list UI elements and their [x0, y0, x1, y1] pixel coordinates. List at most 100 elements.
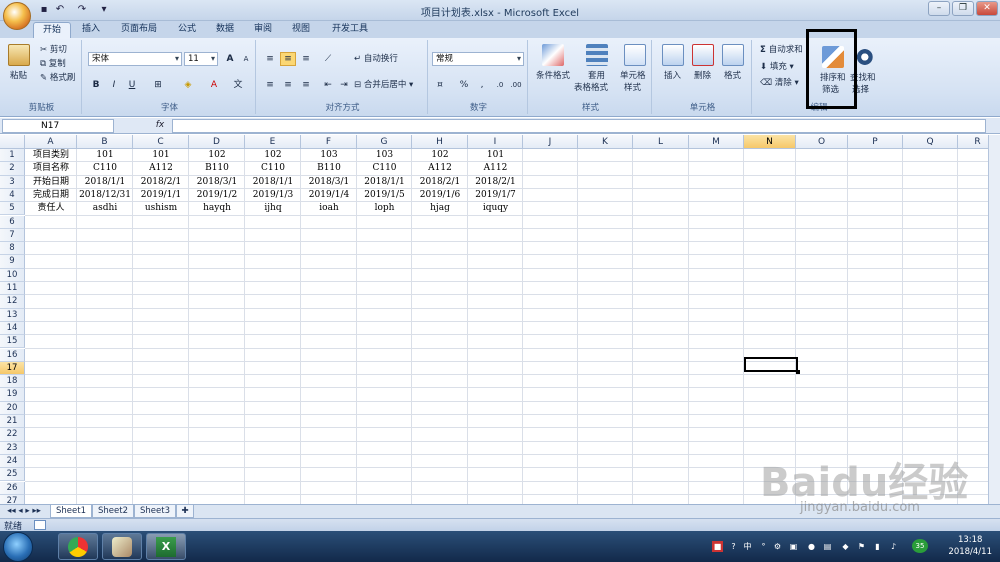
shrink-font-button[interactable]: A: [238, 52, 254, 66]
table-cell[interactable]: C110: [77, 162, 133, 175]
column-header[interactable]: M: [689, 135, 744, 149]
row-header[interactable]: 10: [0, 268, 25, 282]
decrease-decimal-icon[interactable]: .00: [508, 78, 524, 92]
comma-button[interactable]: ,: [474, 78, 490, 92]
tab-formulas[interactable]: 公式: [170, 22, 204, 38]
row-header[interactable]: 3: [0, 175, 25, 189]
row-header[interactable]: 26: [0, 481, 25, 495]
cut-button[interactable]: ✂ 剪切: [40, 44, 67, 56]
worksheet-grid[interactable]: ABCDEFGHIJKLMNOPQR 1 2 3 4 5 6 7 8 9 10 11 12 13 14 15…: [0, 135, 988, 504]
sheet-tab-1[interactable]: Sheet1: [50, 505, 92, 518]
row-header[interactable]: 11: [0, 282, 25, 296]
cell-styles-icon[interactable]: [624, 44, 646, 66]
tray-flag-icon[interactable]: ⚑: [856, 541, 867, 552]
select-all-corner[interactable]: [0, 135, 25, 149]
column-header[interactable]: L: [633, 135, 689, 149]
help-icon[interactable]: ?: [728, 541, 739, 552]
row-header[interactable]: 17: [0, 361, 25, 376]
row-header[interactable]: 7: [0, 228, 25, 243]
formula-input[interactable]: [172, 119, 986, 133]
table-cell[interactable]: 2019/1/6: [412, 189, 468, 202]
italic-button[interactable]: I: [106, 78, 122, 92]
table-cell[interactable]: 103: [301, 149, 357, 162]
font-color-icon[interactable]: A: [206, 78, 222, 92]
table-cell[interactable]: 2018/2/1: [412, 176, 468, 189]
paste-button[interactable]: 粘贴: [10, 70, 27, 82]
underline-button[interactable]: U: [124, 78, 140, 92]
table-cell[interactable]: 2018/12/31: [77, 189, 133, 202]
orientation-icon[interactable]: ⟋: [320, 52, 336, 66]
table-format-icon[interactable]: [586, 44, 608, 66]
tab-view[interactable]: 视图: [284, 22, 318, 38]
column-header[interactable]: P: [848, 135, 903, 149]
restore-button[interactable]: ❐: [952, 1, 974, 16]
row-header[interactable]: 13: [0, 308, 25, 322]
table-cell[interactable]: A112: [133, 162, 189, 175]
borders-icon[interactable]: ⊞: [150, 78, 166, 92]
paint-icon[interactable]: [102, 533, 142, 560]
table-cell[interactable]: hjag: [412, 202, 468, 215]
table-cell[interactable]: 101: [77, 149, 133, 162]
percent-button[interactable]: %: [456, 78, 472, 92]
table-cell[interactable]: 2019/1/3: [245, 189, 301, 202]
column-header[interactable]: K: [578, 135, 633, 149]
insert-sheet-icon[interactable]: ✚: [176, 505, 194, 518]
table-cell[interactable]: asdhi: [77, 202, 133, 215]
row-header[interactable]: 9: [0, 255, 25, 269]
number-format-select[interactable]: 常规: [432, 52, 524, 66]
table-cell[interactable]: ijhq: [245, 202, 301, 215]
column-header[interactable]: E: [245, 135, 301, 149]
tab-developer[interactable]: 开发工具: [324, 22, 376, 38]
autosum-button[interactable]: Σ 自动求和: [760, 44, 803, 56]
tray-folder-icon[interactable]: ▤: [822, 541, 833, 552]
align-top-icon[interactable]: ≡: [262, 52, 278, 66]
table-cell[interactable]: B110: [301, 162, 357, 175]
row-header[interactable]: 18: [0, 375, 25, 389]
row-header[interactable]: 22: [0, 428, 25, 442]
tab-data[interactable]: 数据: [208, 22, 242, 38]
table-cell[interactable]: 101: [133, 149, 189, 162]
table-cell[interactable]: loph: [357, 202, 412, 215]
phonetic-icon[interactable]: 文: [230, 78, 246, 92]
column-header[interactable]: I: [468, 135, 523, 149]
settings-icon[interactable]: ⚙: [772, 541, 783, 552]
excel-taskbar-icon[interactable]: X: [146, 533, 186, 560]
minimize-button[interactable]: –: [928, 1, 950, 16]
column-header[interactable]: Q: [903, 135, 958, 149]
currency-icon[interactable]: ¤: [432, 78, 448, 92]
table-format-line2[interactable]: 表格格式: [574, 82, 608, 94]
bold-button[interactable]: B: [88, 78, 104, 92]
decrease-indent-icon[interactable]: ⇤: [320, 78, 336, 92]
paste-icon[interactable]: [8, 44, 30, 66]
tray-security-icon[interactable]: ◆: [840, 541, 851, 552]
table-cell[interactable]: 102: [412, 149, 468, 162]
clock[interactable]: 13:18 2018/4/11: [948, 534, 992, 558]
undo-icon[interactable]: ↶: [54, 4, 66, 16]
table-cell[interactable]: 项目类别: [25, 149, 77, 162]
tab-home[interactable]: 开始: [33, 22, 71, 38]
align-center-icon[interactable]: ≡: [280, 78, 296, 92]
increase-decimal-icon[interactable]: .0: [492, 78, 508, 92]
grow-font-button[interactable]: A: [222, 52, 238, 66]
row-header[interactable]: 23: [0, 441, 25, 455]
macro-record-icon[interactable]: [34, 520, 46, 530]
column-header[interactable]: C: [133, 135, 189, 149]
redo-icon[interactable]: ↷: [76, 4, 88, 16]
row-header[interactable]: 4: [0, 188, 25, 203]
row-header[interactable]: 15: [0, 335, 25, 349]
table-cell[interactable]: 102: [189, 149, 245, 162]
tray-chat-icon[interactable]: ●: [806, 541, 817, 552]
table-cell[interactable]: 2019/1/5: [357, 189, 412, 202]
align-left-icon[interactable]: ≡: [262, 78, 278, 92]
table-cell[interactable]: 2018/1/1: [77, 176, 133, 189]
column-header[interactable]: R: [958, 135, 988, 149]
column-header[interactable]: A: [25, 135, 77, 149]
tray-badge[interactable]: 35: [912, 539, 928, 553]
column-header[interactable]: J: [523, 135, 578, 149]
name-box[interactable]: N17: [2, 119, 114, 133]
office-button[interactable]: [3, 2, 31, 30]
table-cell[interactable]: 2019/1/2: [189, 189, 245, 202]
ime-indicator[interactable]: 中: [742, 541, 753, 552]
copy-button[interactable]: ⧉ 复制: [40, 58, 66, 70]
sheet-tab-2[interactable]: Sheet2: [92, 505, 134, 518]
